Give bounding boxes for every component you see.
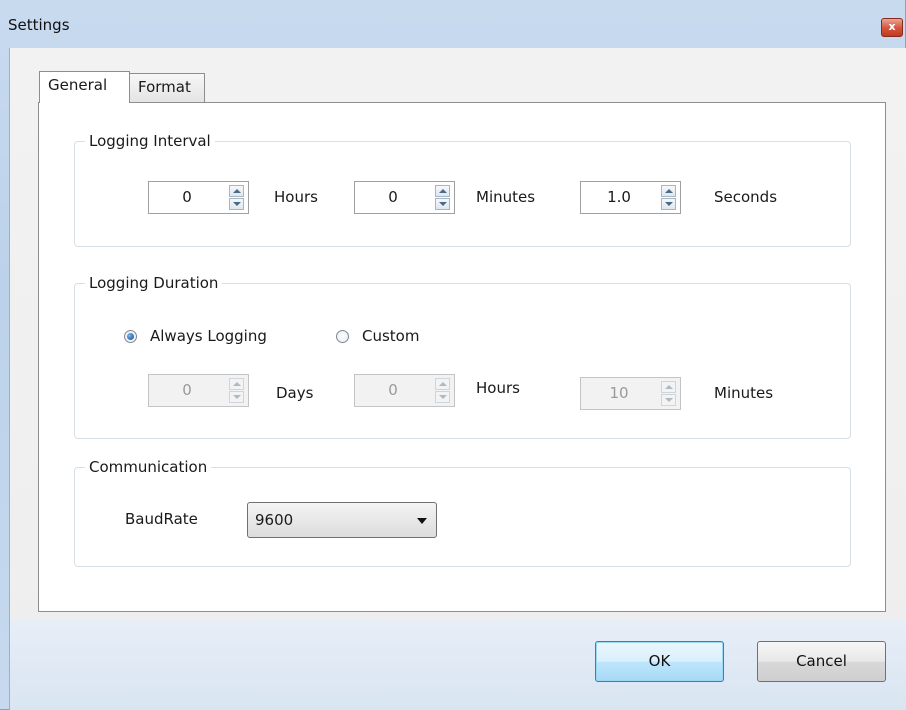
window-title: Settings bbox=[8, 16, 70, 34]
duration-hours-input[interactable]: 0 bbox=[355, 375, 431, 406]
spin-up-arrow-icon[interactable] bbox=[229, 185, 244, 197]
baudrate-value: 9600 bbox=[255, 511, 294, 529]
interval-seconds-label: Seconds bbox=[714, 188, 778, 206]
duration-minutes-label: Minutes bbox=[714, 384, 774, 402]
close-button[interactable]: x bbox=[881, 18, 903, 37]
interval-seconds-input[interactable]: 1.0 bbox=[581, 182, 657, 213]
duration-minutes-spinner[interactable]: 10 bbox=[580, 377, 681, 410]
logging-duration-legend: Logging Duration bbox=[85, 274, 223, 292]
title-bar[interactable]: Settings x bbox=[0, 0, 906, 48]
duration-days-spinner[interactable]: 0 bbox=[148, 374, 249, 407]
interval-minutes-spinner[interactable]: 0 bbox=[354, 181, 455, 214]
tab-format[interactable]: Format bbox=[129, 73, 205, 103]
always-logging-label[interactable]: Always Logging bbox=[150, 326, 267, 346]
always-logging-radio[interactable] bbox=[124, 330, 137, 343]
interval-hours-input[interactable]: 0 bbox=[149, 182, 225, 213]
logging-duration-group: Logging Duration bbox=[74, 274, 851, 439]
duration-minutes-input[interactable]: 10 bbox=[581, 378, 657, 409]
custom-radio[interactable] bbox=[336, 330, 349, 343]
interval-hours-spinner[interactable]: 0 bbox=[148, 181, 249, 214]
spin-down-arrow-icon[interactable] bbox=[661, 198, 676, 210]
spin-down-arrow-icon[interactable] bbox=[229, 391, 244, 403]
spin-up-arrow-icon[interactable] bbox=[229, 378, 244, 390]
custom-label[interactable]: Custom bbox=[362, 326, 419, 346]
duration-hours-spinner[interactable]: 0 bbox=[354, 374, 455, 407]
spin-down-arrow-icon[interactable] bbox=[229, 198, 244, 210]
close-icon: x bbox=[888, 20, 896, 33]
interval-minutes-input[interactable]: 0 bbox=[355, 182, 431, 213]
baudrate-label: BaudRate bbox=[125, 510, 198, 528]
settings-dialog: Settings x General Format Logging Interv… bbox=[0, 0, 906, 710]
interval-seconds-spinner[interactable]: 1.0 bbox=[580, 181, 681, 214]
logging-interval-legend: Logging Interval bbox=[85, 132, 215, 150]
ok-button[interactable]: OK bbox=[595, 641, 724, 682]
tab-general-label: General bbox=[48, 76, 108, 94]
spin-down-arrow-icon[interactable] bbox=[435, 391, 450, 403]
tab-general[interactable]: General bbox=[39, 71, 130, 103]
chevron-down-icon[interactable] bbox=[417, 518, 427, 524]
communication-legend: Communication bbox=[85, 458, 212, 476]
spin-down-arrow-icon[interactable] bbox=[661, 394, 676, 406]
duration-hours-label: Hours bbox=[476, 379, 520, 397]
interval-hours-label: Hours bbox=[274, 188, 318, 206]
tab-format-label: Format bbox=[138, 78, 191, 96]
duration-days-input[interactable]: 0 bbox=[149, 375, 225, 406]
spin-up-arrow-icon[interactable] bbox=[435, 185, 450, 197]
baudrate-select[interactable]: 9600 bbox=[247, 502, 437, 538]
spin-up-arrow-icon[interactable] bbox=[661, 185, 676, 197]
spin-up-arrow-icon[interactable] bbox=[661, 381, 676, 393]
duration-days-label: Days bbox=[276, 384, 314, 402]
radio-selected-dot bbox=[127, 333, 134, 340]
spin-down-arrow-icon[interactable] bbox=[435, 198, 450, 210]
cancel-button[interactable]: Cancel bbox=[757, 641, 886, 682]
interval-minutes-label: Minutes bbox=[476, 188, 536, 206]
spin-up-arrow-icon[interactable] bbox=[435, 378, 450, 390]
